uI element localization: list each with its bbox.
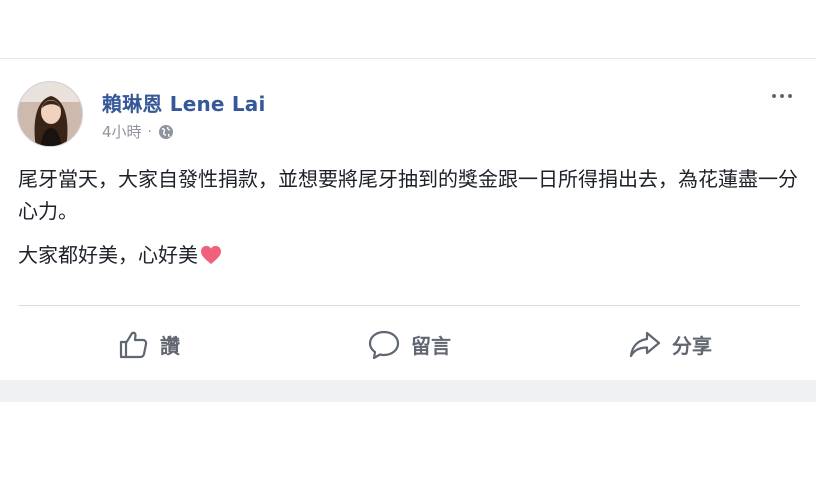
- post-body: 尾牙當天，大家自發性捐款，並想要將尾牙抽到的獎金跟一日所得捐出去，為花蓮盡一分心…: [18, 163, 800, 283]
- more-dot: [772, 94, 776, 98]
- page: 賴琳恩 Lene Lai 4小時 · 尾牙當天，大家自發性捐款，並想要將尾牙抽到…: [0, 0, 816, 493]
- comment-label: 留言: [411, 333, 451, 358]
- post-meta: 4小時 ·: [102, 121, 174, 142]
- author-name[interactable]: 賴琳恩 Lene Lai: [102, 88, 266, 117]
- avatar-image: [18, 82, 82, 146]
- share-button[interactable]: 分享: [540, 320, 800, 368]
- heart-icon: [201, 245, 221, 265]
- post-paragraph-2: 大家都好美，心好美: [18, 239, 800, 271]
- avatar[interactable]: [17, 81, 83, 147]
- meta-separator: ·: [147, 123, 152, 140]
- like-button[interactable]: 讚: [18, 320, 278, 368]
- thumbs-up-icon: [119, 331, 148, 359]
- actions-divider: [18, 305, 800, 306]
- more-dot: [788, 94, 792, 98]
- share-arrow-icon: [629, 331, 661, 358]
- post-timestamp[interactable]: 4小時: [102, 121, 142, 142]
- more-options-icon[interactable]: [769, 89, 795, 103]
- post-card: 賴琳恩 Lene Lai 4小時 · 尾牙當天，大家自發性捐款，並想要將尾牙抽到…: [0, 58, 816, 380]
- comment-button[interactable]: 留言: [279, 320, 539, 368]
- post-paragraph-1: 尾牙當天，大家自發性捐款，並想要將尾牙抽到的獎金跟一日所得捐出去，為花蓮盡一分心…: [18, 167, 798, 223]
- like-label: 讚: [160, 333, 180, 358]
- share-label: 分享: [672, 333, 712, 358]
- feed-background-strip: [0, 380, 816, 402]
- action-bar: 讚 留言 分享: [18, 315, 800, 373]
- more-dot: [780, 94, 784, 98]
- post-paragraph-2-text: 大家都好美，心好美: [18, 243, 198, 267]
- globe-icon[interactable]: [158, 124, 174, 140]
- post-header: 賴琳恩 Lene Lai 4小時 ·: [17, 81, 799, 147]
- comment-bubble-icon: [368, 330, 400, 360]
